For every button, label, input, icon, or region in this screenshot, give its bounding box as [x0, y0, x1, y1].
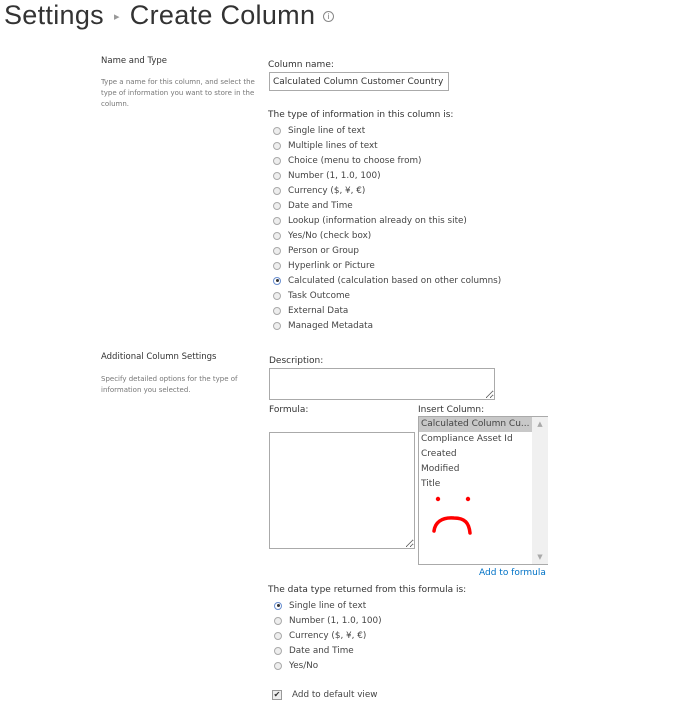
description-textarea[interactable]: [269, 368, 495, 400]
radio-label: Date and Time: [288, 200, 353, 211]
radio-option[interactable]: Calculated (calculation based on other c…: [273, 273, 501, 288]
radio-icon[interactable]: [273, 231, 281, 240]
radio-icon[interactable]: [273, 171, 281, 180]
radio-label: Lookup (information already on this site…: [288, 215, 467, 226]
radio-label: Person or Group: [288, 245, 359, 256]
insert-column-option[interactable]: Modified: [419, 462, 532, 477]
radio-label: Currency ($, ¥, €): [289, 630, 367, 641]
radio-option[interactable]: Multiple lines of text: [273, 138, 501, 153]
radio-option[interactable]: Lookup (information already on this site…: [273, 213, 501, 228]
radio-option[interactable]: Person or Group: [273, 243, 501, 258]
formula-label: Formula:: [269, 405, 309, 415]
column-name-input[interactable]: [269, 72, 449, 91]
radio-option[interactable]: Single line of text: [273, 123, 501, 138]
radio-option[interactable]: Number (1, 1.0, 100): [273, 168, 501, 183]
scroll-down-icon[interactable]: ▼: [532, 553, 548, 561]
radio-icon[interactable]: [273, 321, 281, 330]
insert-column-option[interactable]: Created: [419, 447, 532, 462]
listbox-scrollbar[interactable]: ▲ ▼: [532, 417, 548, 564]
sad-face-annotation-icon: [432, 496, 472, 535]
column-type-radio-group: Single line of text Multiple lines of tex…: [273, 123, 501, 333]
breadcrumb-settings[interactable]: Settings: [4, 0, 104, 30]
radio-option[interactable]: Managed Metadata: [273, 318, 501, 333]
type-label: The type of information in this column i…: [268, 110, 454, 120]
formula-textarea[interactable]: [269, 432, 415, 549]
column-name-label: Column name:: [268, 60, 334, 70]
info-icon[interactable]: i: [323, 11, 335, 23]
title-text: Create Column: [129, 0, 316, 30]
add-to-formula-link[interactable]: Add to formula: [479, 568, 546, 578]
radio-label: Number (1, 1.0, 100): [289, 615, 382, 626]
radio-option[interactable]: Date and Time: [273, 198, 501, 213]
page-title: Settings ▸ Create Column i: [4, 0, 335, 31]
radio-option[interactable]: External Data: [273, 303, 501, 318]
radio-icon[interactable]: [274, 616, 282, 625]
radio-label: Multiple lines of text: [288, 140, 378, 151]
radio-label: Yes/No (check box): [288, 230, 372, 241]
insert-column-option[interactable]: Calculated Column Cu...: [419, 417, 532, 432]
radio-icon[interactable]: [273, 291, 281, 300]
radio-label: Hyperlink or Picture: [288, 260, 375, 271]
radio-option[interactable]: Yes/No: [274, 658, 382, 673]
radio-label: Yes/No: [289, 660, 319, 671]
radio-icon[interactable]: [273, 201, 281, 210]
radio-icon[interactable]: [273, 246, 281, 255]
radio-label: Single line of text: [288, 125, 366, 136]
radio-icon[interactable]: [273, 306, 281, 315]
scroll-up-icon[interactable]: ▲: [532, 420, 548, 428]
radio-icon[interactable]: [273, 156, 281, 165]
radio-icon[interactable]: [273, 261, 281, 270]
return-type-radio-group: Single line of text Number (1, 1.0, 100) C…: [274, 598, 382, 673]
radio-option[interactable]: Number (1, 1.0, 100): [274, 613, 382, 628]
radio-icon[interactable]: [274, 631, 282, 640]
add-to-default-view-label: Add to default view: [292, 689, 378, 700]
breadcrumb-separator-icon: ▸: [113, 11, 120, 24]
add-to-default-view-checkbox[interactable]: ✔ Add to default view: [272, 687, 377, 702]
section-name-type-heading: Name and Type: [101, 56, 167, 66]
description-label: Description:: [269, 356, 324, 366]
radio-option[interactable]: Choice (menu to choose from): [273, 153, 501, 168]
radio-option[interactable]: Hyperlink or Picture: [273, 258, 501, 273]
insert-column-listbox[interactable]: Calculated Column Cu... Compliance Asset …: [418, 416, 548, 565]
section-additional-heading: Additional Column Settings: [101, 352, 217, 362]
radio-option[interactable]: Yes/No (check box): [273, 228, 501, 243]
radio-icon[interactable]: [274, 646, 282, 655]
checkbox-checked-icon[interactable]: ✔: [272, 689, 282, 700]
radio-label: Date and Time: [289, 645, 354, 656]
section-additional-description: Specify detailed options for the type of…: [101, 375, 238, 394]
radio-option[interactable]: Currency ($, ¥, €): [274, 628, 382, 643]
radio-selected-icon[interactable]: [273, 276, 281, 285]
insert-column-option[interactable]: Title: [419, 477, 532, 492]
radio-label: Number (1, 1.0, 100): [288, 170, 381, 181]
radio-label: Choice (menu to choose from): [288, 155, 422, 166]
radio-option[interactable]: Date and Time: [274, 643, 382, 658]
radio-label: Managed Metadata: [288, 320, 373, 331]
radio-icon[interactable]: [274, 661, 282, 670]
radio-label: Currency ($, ¥, €): [288, 185, 366, 196]
insert-column-option[interactable]: Compliance Asset Id: [419, 432, 532, 447]
radio-label: Single line of text: [289, 600, 367, 611]
radio-icon[interactable]: [273, 216, 281, 225]
insert-column-label: Insert Column:: [418, 405, 485, 415]
radio-label: Calculated (calculation based on other c…: [288, 275, 502, 286]
return-type-label: The data type returned from this formula…: [268, 585, 467, 595]
radio-label: Task Outcome: [288, 290, 350, 301]
radio-label: External Data: [288, 305, 349, 316]
radio-option[interactable]: Task Outcome: [273, 288, 501, 303]
radio-icon[interactable]: [273, 186, 281, 195]
radio-selected-icon[interactable]: [274, 601, 282, 610]
radio-option[interactable]: Currency ($, ¥, €): [273, 183, 501, 198]
radio-icon[interactable]: [273, 126, 281, 135]
radio-icon[interactable]: [273, 141, 281, 150]
section-name-type-description: Type a name for this column, and select …: [101, 78, 255, 108]
radio-option[interactable]: Single line of text: [274, 598, 382, 613]
